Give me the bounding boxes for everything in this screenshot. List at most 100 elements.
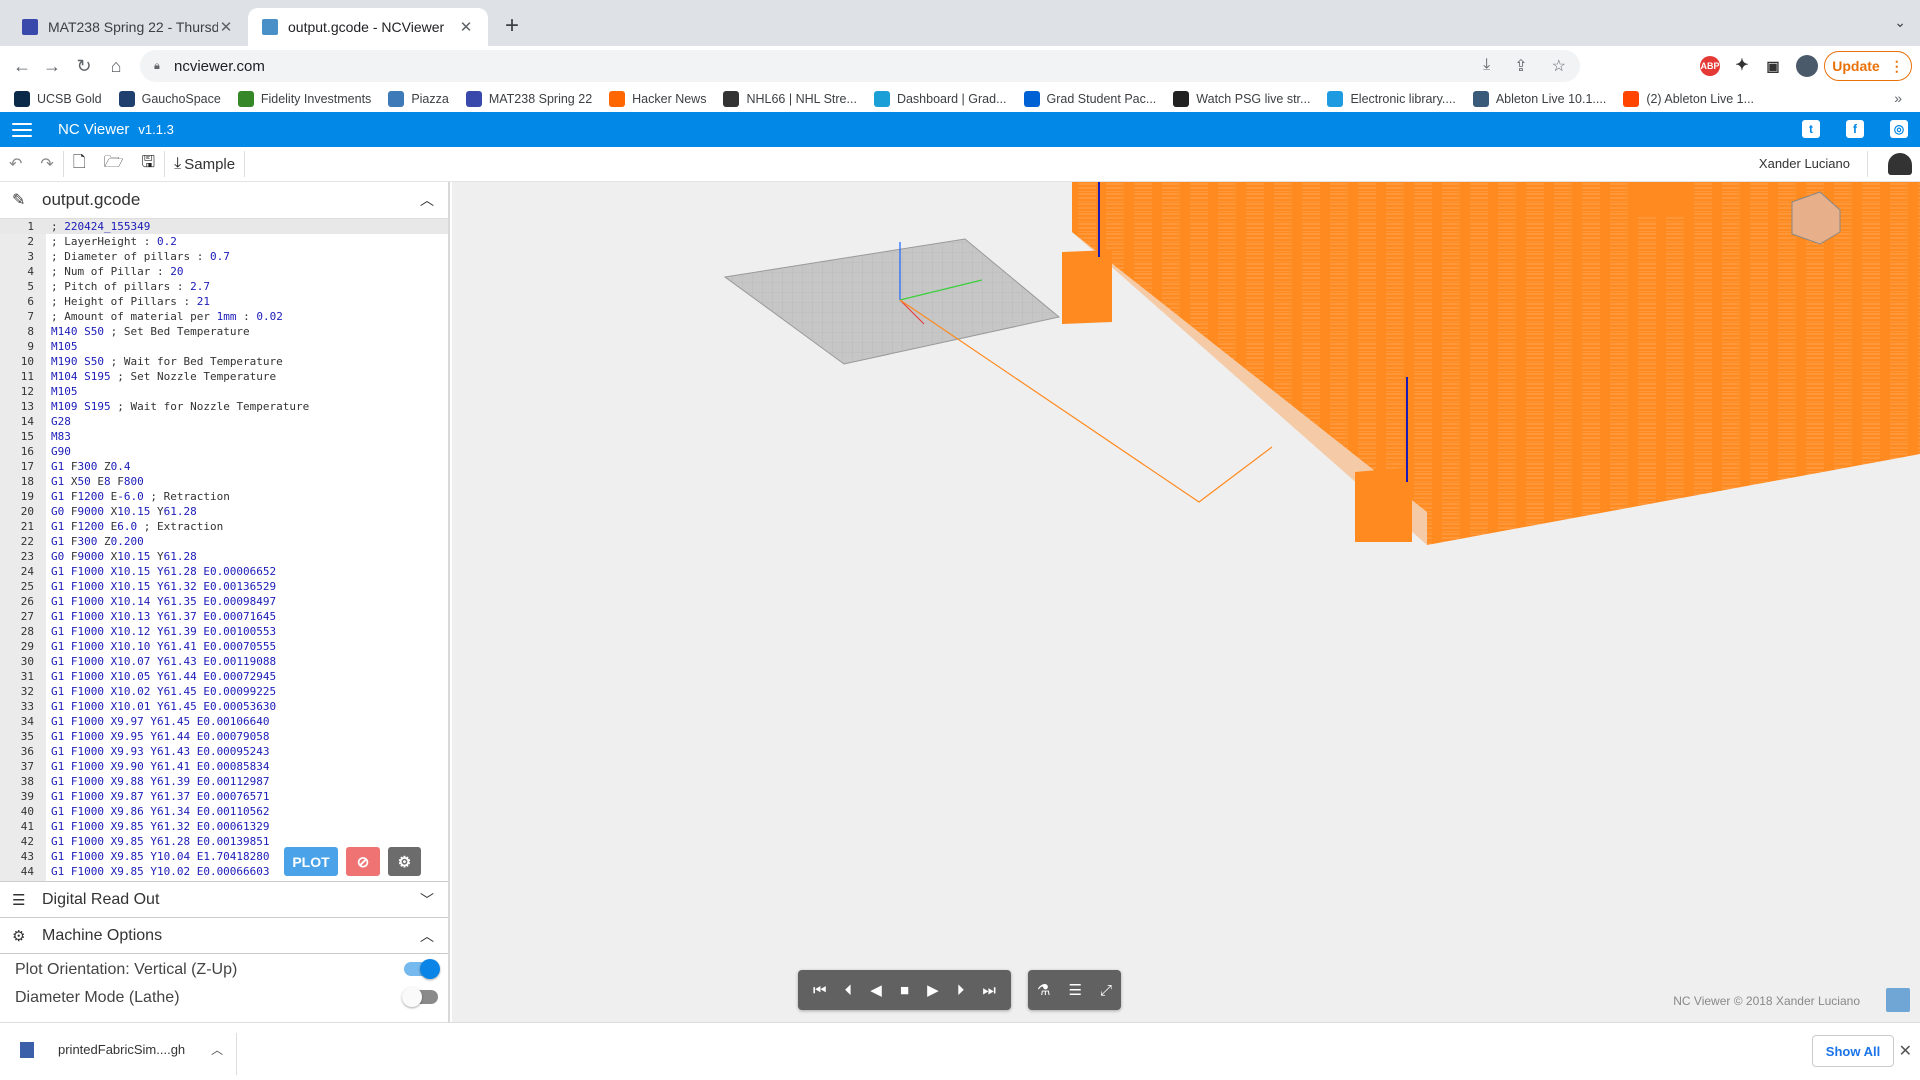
code-text: G1 F1000 X9.95 Y61.44 E0.00079058 <box>51 730 270 743</box>
play-reverse-icon[interactable]: ◀ <box>870 981 882 999</box>
bookmark-item[interactable]: Electronic library.... <box>1327 91 1456 107</box>
install-icon[interactable]: ⤓ <box>1483 56 1490 76</box>
line-number: 38 <box>20 775 34 788</box>
flask-icon[interactable]: ⚗ <box>1037 981 1050 999</box>
code-line: 28 G1 F1000 X10.12 Y61.39 E0.00100553 <box>0 624 448 639</box>
bookmark-favicon-icon <box>1173 91 1190 107</box>
gcode-editor[interactable]: 1 ; 220424_155349 2 ; LayerHeight : 0.2 3 ; D… <box>0 219 448 881</box>
bookmark-item[interactable]: Fidelity Investments <box>237 91 371 107</box>
code-line: 12 M105 <box>0 384 448 399</box>
bookmark-item[interactable]: Piazza <box>388 91 449 107</box>
undo-icon[interactable]: ↶ <box>0 151 31 177</box>
line-number: 32 <box>20 685 34 698</box>
code-text: M190 S50 ; Wait for Bed Temperature <box>51 355 283 368</box>
new-tab-button[interactable]: + <box>498 12 526 40</box>
bookmark-item[interactable]: GauchoSpace <box>118 91 221 107</box>
machine-options-header[interactable]: ⚙ Machine Options ︿ <box>0 917 448 953</box>
adblock-icon[interactable]: ABP <box>1700 56 1720 76</box>
bookmark-item[interactable]: Ableton Live 10.1.... <box>1472 91 1606 107</box>
line-number: 1 <box>27 220 34 233</box>
save-icon[interactable]: 🖫︎ <box>133 151 165 177</box>
code-text: ; Num of Pillar : 20 <box>51 265 184 278</box>
code-text: G1 F1000 X9.90 Y61.41 E0.00085834 <box>51 760 270 773</box>
play-icon[interactable]: ▶ <box>927 981 939 999</box>
code-line: 29 G1 F1000 X10.10 Y61.41 E0.00070555 <box>0 639 448 654</box>
address-bar[interactable]: 🔒︎ ncviewer.com ⤓ ⇪ ☆ <box>140 50 1580 82</box>
tab-search-chevron-icon[interactable]: ⌄ <box>1894 14 1906 31</box>
chevron-up-icon[interactable]: ︿ <box>420 926 434 946</box>
bookmark-favicon-icon <box>465 91 482 107</box>
bookmark-item[interactable]: Watch PSG live str... <box>1173 91 1310 107</box>
bookmark-favicon-icon <box>723 91 740 107</box>
code-text: M109 S195 ; Wait for Nozzle Temperature <box>51 400 310 413</box>
bookmark-item[interactable]: MAT238 Spring 22 <box>465 91 592 107</box>
chevron-up-icon[interactable]: ︿ <box>211 1041 223 1058</box>
performance-gauge-icon[interactable] <box>1888 153 1912 175</box>
bookmark-item[interactable]: UCSB Gold <box>14 91 102 107</box>
redo-icon[interactable]: ↷ <box>31 151 62 177</box>
share-icon[interactable]: ⇪ <box>1514 56 1527 76</box>
reload-icon[interactable]: ↻ <box>72 54 96 78</box>
file-panel-header[interactable]: ✎ output.gcode ︿ <box>0 182 448 219</box>
list-icon: ☰ <box>12 891 26 909</box>
extensions-puzzle-icon[interactable]: ✦ <box>1732 56 1752 76</box>
close-tab-icon[interactable]: ✕ <box>218 18 234 36</box>
plot-button[interactable]: PLOT <box>284 847 338 876</box>
new-file-icon[interactable]: 🗋︎ <box>64 151 95 177</box>
line-number: 22 <box>20 535 34 548</box>
home-icon[interactable]: ⌂ <box>104 54 128 78</box>
tab-mat238[interactable]: MAT238 Spring 22 - Thursday ✕ <box>8 8 248 46</box>
skip-to-start-icon[interactable]: ⏮ <box>813 982 827 999</box>
plot-orientation-toggle[interactable] <box>404 959 440 979</box>
forward-arrow-icon[interactable]: → <box>40 54 64 78</box>
bookmark-item[interactable]: (2) Ableton Live 1... <box>1623 91 1754 107</box>
3d-viewport[interactable]: ⏮ ⏴︎ ◀ ■ ▶ ⏵︎ ⏭ ⚗ ☰ ⤢ NC Viewer © 2018 X… <box>452 182 1920 1022</box>
stop-icon[interactable]: ■ <box>900 982 909 999</box>
open-folder-icon[interactable]: 🗁︎ <box>95 151 133 177</box>
chevron-up-icon[interactable]: ︿ <box>420 190 434 210</box>
bookmark-item[interactable]: Dashboard | Grad... <box>873 91 1007 107</box>
digital-read-out-header[interactable]: ☰ Digital Read Out ﹀ <box>0 881 448 917</box>
skip-to-end-icon[interactable]: ⏭ <box>982 982 996 999</box>
show-all-button[interactable]: Show All <box>1812 1035 1894 1067</box>
line-number: 30 <box>20 655 34 668</box>
code-text: G1 F1000 X10.05 Y61.44 E0.00072945 <box>51 670 277 683</box>
close-tab-icon[interactable]: ✕ <box>458 18 474 36</box>
bookmark-item[interactable]: Grad Student Pac... <box>1023 91 1156 107</box>
cancel-icon[interactable]: ⊘ <box>346 847 380 876</box>
reading-list-icon[interactable]: ▣ <box>1763 56 1783 76</box>
app-title: NC Viewer <box>58 121 130 138</box>
instagram-icon[interactable]: ◎ <box>1890 120 1908 138</box>
file-icon <box>20 1041 34 1058</box>
step-back-icon[interactable]: ⏴︎ <box>845 982 853 999</box>
sliders-icon[interactable]: ☰ <box>1068 981 1081 999</box>
toolpath-render <box>723 182 1920 545</box>
hamburger-menu-icon[interactable] <box>12 122 32 137</box>
chevron-down-icon[interactable]: ﹀ <box>420 890 434 910</box>
line-number: 37 <box>20 760 34 773</box>
bookmarks-bar: UCSB Gold GauchoSpace Fidelity Investments… <box>0 86 1920 112</box>
expand-icon[interactable]: ⤢ <box>1100 982 1112 999</box>
code-text: G1 F1000 X9.86 Y61.34 E0.00110562 <box>51 805 270 818</box>
more-bookmarks-icon[interactable]: » <box>1894 90 1902 106</box>
profile-avatar[interactable] <box>1796 55 1818 77</box>
twitter-icon[interactable]: t <box>1802 120 1820 138</box>
bookmark-item[interactable]: Hacker News <box>609 91 706 107</box>
update-button[interactable]: Update ⋮ <box>1824 51 1912 81</box>
diameter-mode-toggle[interactable] <box>402 987 438 1007</box>
star-bookmark-icon[interactable]: ☆ <box>1552 56 1566 76</box>
close-icon[interactable]: ✕ <box>1899 1041 1912 1061</box>
facebook-icon[interactable]: f <box>1846 120 1864 138</box>
code-text: ; Diameter of pillars : 0.7 <box>51 250 230 263</box>
download-item[interactable]: printedFabricSim....gh ︿ <box>20 1041 223 1058</box>
sample-button[interactable]: ⤓ Sample <box>165 151 244 177</box>
code-line: 15 M83 <box>0 429 448 444</box>
tab-ncviewer[interactable]: output.gcode - NCViewer ✕ <box>248 8 488 46</box>
bookmark-item[interactable]: NHL66 | NHL Stre... <box>723 91 857 107</box>
gear-icon[interactable]: ⚙ <box>388 847 421 876</box>
step-forward-icon[interactable]: ⏵︎ <box>957 982 965 999</box>
download-bar: printedFabricSim....gh ︿ Show All ✕ <box>0 1022 1920 1080</box>
line-number: 24 <box>20 565 34 578</box>
back-arrow-icon[interactable]: ← <box>10 54 34 78</box>
lock-icon: 🔒︎ <box>154 60 160 72</box>
